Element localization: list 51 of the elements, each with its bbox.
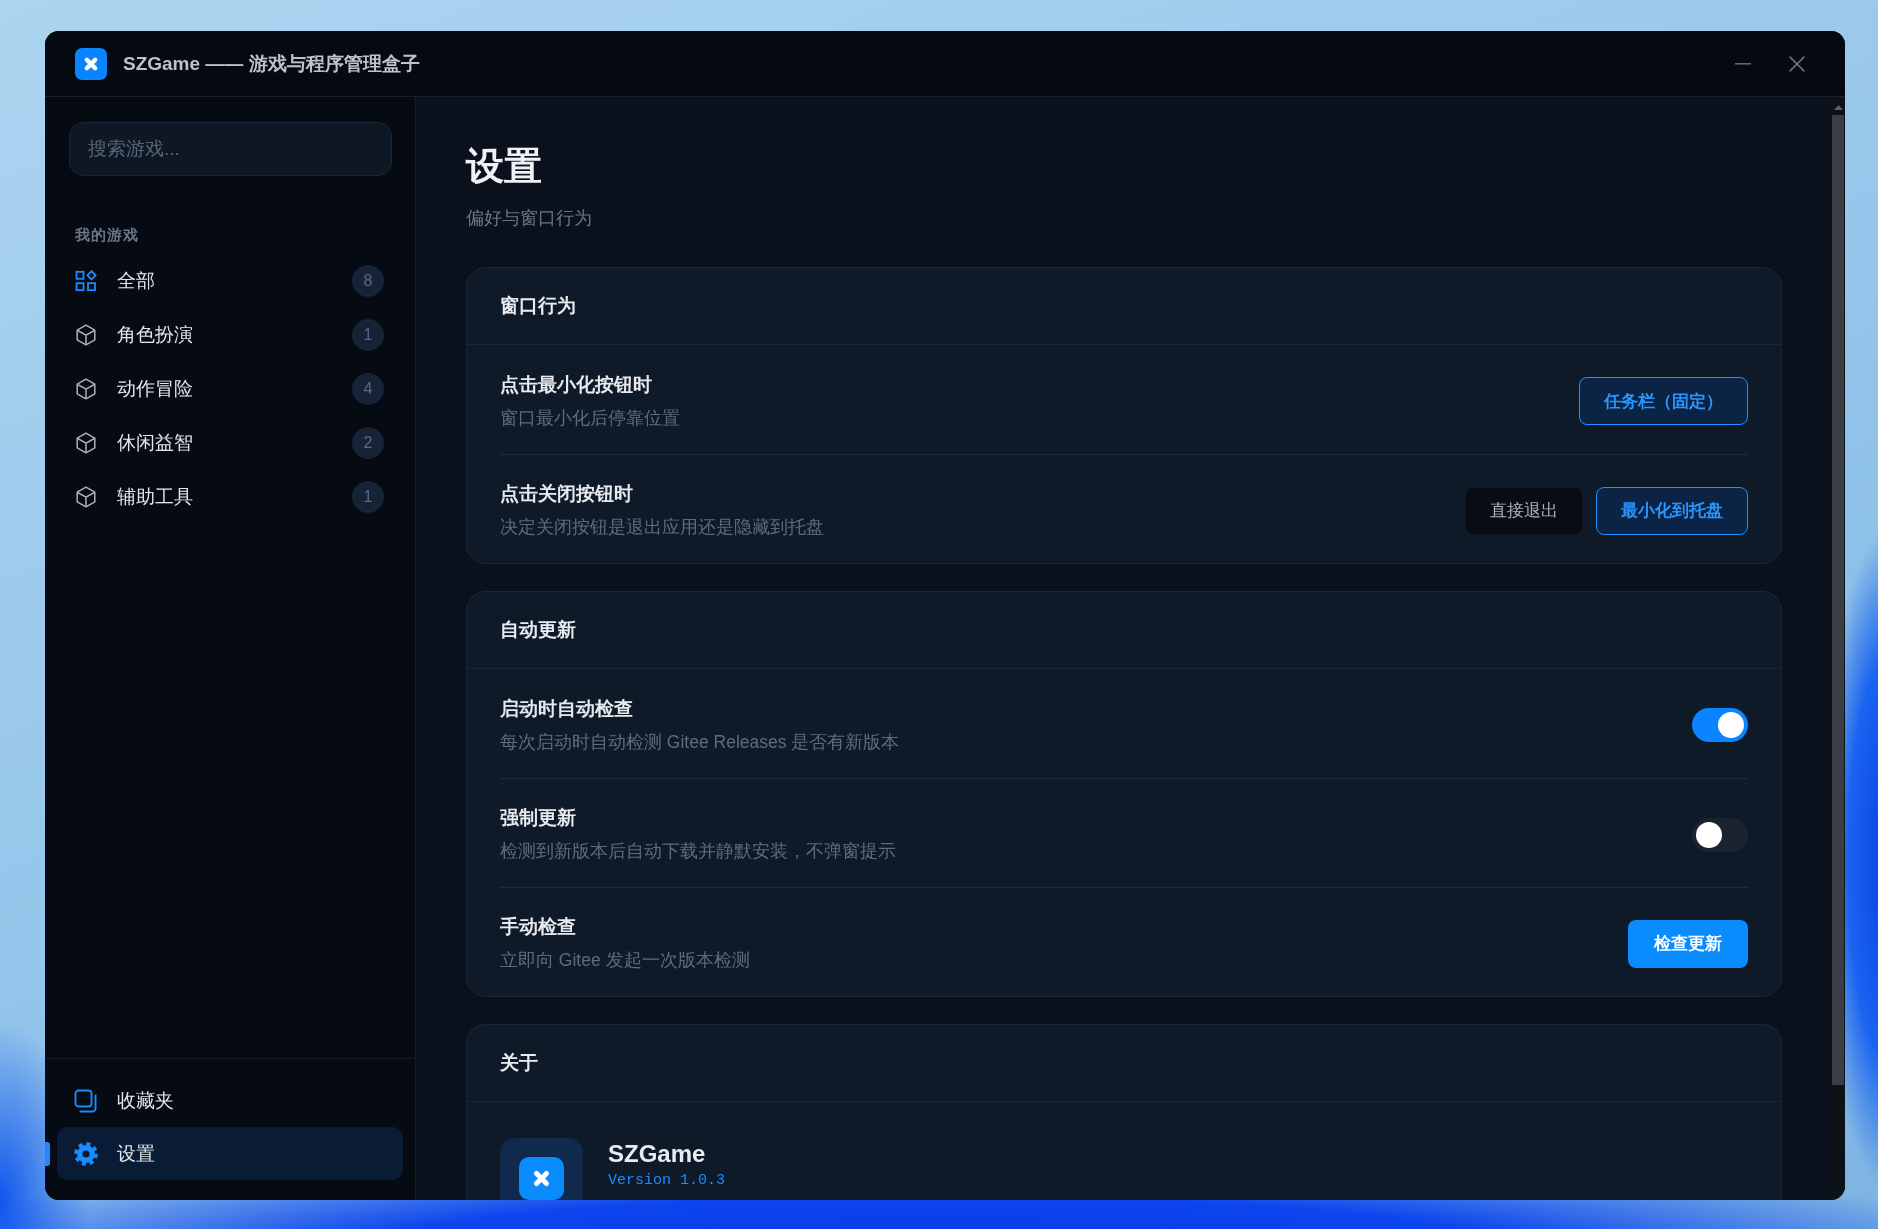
option-button[interactable]: 最小化到托盘 <box>1596 486 1748 535</box>
app-version: Version 1.0.3 <box>608 1171 726 1191</box>
card-title: 关于 <box>500 1051 538 1075</box>
setting-title: 手动检查 <box>500 915 577 939</box>
count-badge: 1 <box>352 319 384 351</box>
category-item[interactable]: 角色扮演 1 <box>57 312 403 358</box>
stacked-squares-icon <box>74 1088 98 1113</box>
app-name: SZGame <box>608 1139 707 1169</box>
cube-icon <box>75 486 97 508</box>
window-title: SZGame —— 游戏与程序管理盒子 <box>123 51 420 76</box>
scroll-up-icon[interactable] <box>1833 105 1843 110</box>
toggle-switch[interactable] <box>1692 817 1748 852</box>
minimize-icon <box>1735 62 1751 65</box>
setting-title: 启动时自动检查 <box>500 696 634 721</box>
active-indicator <box>45 1141 50 1166</box>
setting-description: 立即向 Gitee 发起一次版本检测 <box>500 949 750 972</box>
section-label: 我的游戏 <box>75 225 140 245</box>
page-title: 设置 <box>466 144 543 189</box>
app-logo-icon <box>500 1138 583 1200</box>
grid-icon <box>75 270 97 292</box>
category-item[interactable]: 动作冒险 4 <box>57 366 403 412</box>
category-item[interactable]: 辅助工具 1 <box>57 474 403 520</box>
category-item[interactable]: 休闲益智 2 <box>57 420 403 466</box>
cube-icon <box>75 324 97 346</box>
count-badge: 2 <box>352 427 384 459</box>
option-button[interactable]: 任务栏（固定） <box>1579 377 1748 425</box>
category-item[interactable]: 全部 8 <box>57 258 403 304</box>
setting-title: 点击关闭按钮时 <box>500 482 634 506</box>
setting-title: 点击最小化按钮时 <box>500 372 653 397</box>
count-badge: 1 <box>352 481 384 513</box>
cube-icon <box>75 378 97 400</box>
cube-icon <box>75 432 97 454</box>
sidebar-item[interactable]: 设置 <box>57 1127 403 1180</box>
setting-description: 窗口最小化后停靠位置 <box>500 406 680 430</box>
count-badge: 8 <box>352 265 384 297</box>
setting-description: 检测到新版本后自动下载并静默安装，不弹窗提示 <box>500 840 896 863</box>
sidebar-item[interactable]: 收藏夹 <box>57 1074 403 1127</box>
setting-description: 决定关闭按钮是退出应用还是隐藏到托盘 <box>500 516 824 539</box>
logo-icon <box>75 47 107 80</box>
search-field[interactable]: 搜索游戏... <box>69 122 392 176</box>
setting-title: 强制更新 <box>500 806 577 830</box>
toggle-switch[interactable] <box>1692 708 1748 742</box>
close-icon <box>1789 55 1805 72</box>
card-title: 自动更新 <box>500 618 576 642</box>
page-subtitle: 偏好与窗口行为 <box>466 207 593 230</box>
card-title: 窗口行为 <box>500 294 576 318</box>
scrollbar-thumb[interactable] <box>1832 115 1844 1085</box>
setting-description: 每次启动时自动检测 Gitee Releases 是否有新版本 <box>500 730 900 754</box>
gear-icon <box>74 1141 98 1166</box>
count-badge: 4 <box>352 373 384 405</box>
option-button[interactable]: 直接退出 <box>1465 486 1583 535</box>
